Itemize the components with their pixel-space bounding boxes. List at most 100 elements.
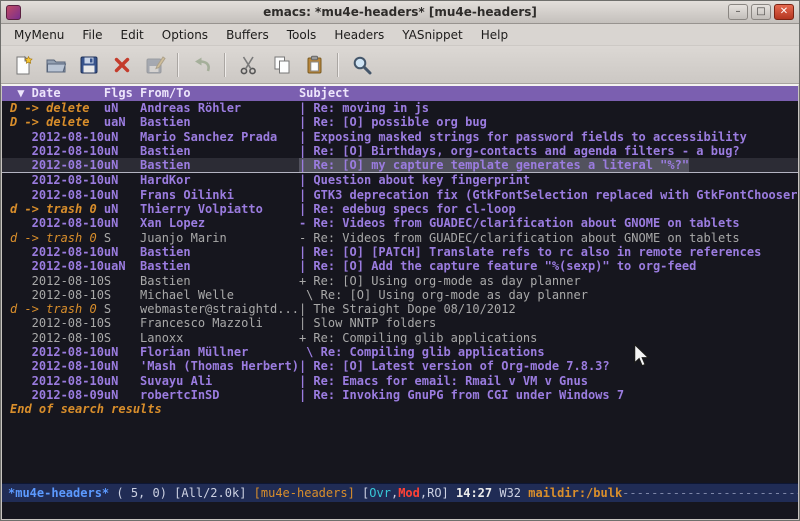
menu-tools[interactable]: Tools [278,25,326,45]
column-from[interactable]: From/To [140,86,299,101]
modeline-maildir: maildir:/bulk [528,484,622,502]
message-row[interactable]: d -> trash 0uNThierry Volpiatto| Re: ede… [2,202,798,216]
msg-date-or-mark: 2012-08-10 [10,345,104,359]
paste-button[interactable] [299,50,330,80]
titlebar[interactable]: emacs: *mu4e-headers* [mu4e-headers] – □… [1,1,799,24]
close-button[interactable]: ✕ [774,4,794,20]
maximize-button[interactable]: □ [751,4,771,20]
message-row[interactable]: 2012-08-10SBastien+ Re: [O] Using org-mo… [2,274,798,288]
message-row[interactable]: 2012-08-09uNrobertcInSD| Re: Invoking Gn… [2,388,798,402]
msg-from: Xan Lopez [140,216,299,230]
msg-from: Francesco Mazzoli [140,316,299,330]
message-row[interactable]: 2012-08-10uN'Mash (Thomas Herbert)| Re: … [2,359,798,373]
message-row[interactable]: 2012-08-10uNXan Lopez- Re: Videos from G… [2,216,798,230]
headers-column-header[interactable]: ▼ Date Flgs From/To Subject [2,86,798,101]
modeline-plain: [ [355,484,369,502]
msg-date-or-mark: 2012-08-10 [10,316,104,330]
msg-subject-text: | Re: Emacs for email: Rmail v VM v Gnus [299,374,588,388]
message-row[interactable]: d -> trash 0SJuanjo Marin- Re: Videos fr… [2,231,798,245]
modeline-buffer-name: *mu4e-headers* [8,484,109,502]
message-row[interactable]: 2012-08-10SLanoxx+ Re: Compiling glib ap… [2,331,798,345]
editor-frame: ▼ Date Flgs From/To Subject D -> deleteu… [1,84,799,520]
msg-subject-text: | Re: Invoking GnuPG from CGI under Wind… [299,388,624,402]
msg-subject: | Re: [O] possible org bug [299,115,798,129]
msg-subject: | Re: [O] Latest version of Org-mode 7.8… [299,359,798,373]
msg-from: 'Mash (Thomas Herbert) [140,359,299,373]
msg-subject: - Re: Videos from GUADEC/clarification a… [299,231,798,245]
msg-flags: uaN [104,115,140,129]
msg-subject-text: | Question about key fingerprint [299,173,530,187]
menu-edit[interactable]: Edit [112,25,153,45]
window-icon[interactable] [6,5,21,20]
message-row[interactable]: d -> trash 0Swebmaster@straightd...| The… [2,302,798,316]
message-row[interactable]: 2012-08-10uNMario Sanchez Prada| Exposin… [2,130,798,144]
menu-file[interactable]: File [73,25,111,45]
message-row-current[interactable]: 2012-08-10uNBastien| Re: [O] my capture … [2,158,798,173]
modeline-cyan: Ovr [369,484,391,502]
close-buffer-button[interactable] [106,50,137,80]
msg-subject: | Re: moving in js [299,101,798,115]
msg-from: Bastien [140,115,299,129]
msg-flags: uN [104,188,140,202]
msg-subject: | Question about key fingerprint [299,173,798,187]
cut-button[interactable] [233,50,264,80]
message-row[interactable]: 2012-08-10uNBastien| Re: [O] [PATCH] Tra… [2,245,798,259]
column-date[interactable]: ▼ Date [10,86,104,101]
message-row[interactable]: 2012-08-10uNHardKor| Question about key … [2,173,798,187]
close-buffer-icon [111,54,133,76]
msg-from: Suvayu Ali [140,374,299,388]
modeline-plain: , [391,484,398,502]
message-row[interactable]: D -> deleteuNAndreas Röhler| Re: moving … [2,101,798,115]
message-row[interactable]: 2012-08-10SFrancesco Mazzoli| Slow NNTP … [2,316,798,330]
copy-icon [271,54,293,76]
msg-date-or-mark: D -> delete [10,115,104,129]
menu-options[interactable]: Options [153,25,217,45]
menu-buffers[interactable]: Buffers [217,25,278,45]
copy-button[interactable] [266,50,297,80]
minimize-button[interactable]: – [728,4,748,20]
msg-subject-text: - Re: Videos from GUADEC/clarification a… [299,231,740,245]
echo-area[interactable] [2,502,798,520]
undo-button[interactable] [186,50,217,80]
menu-headers[interactable]: Headers [325,25,393,45]
menu-help[interactable]: Help [472,25,517,45]
cut-icon [238,54,260,76]
message-row[interactable]: D -> deleteuaNBastien| Re: [O] possible … [2,115,798,129]
msg-subject-text: | Re: [O] [PATCH] Translate refs to rc a… [299,245,761,259]
msg-flags: S [104,274,140,288]
column-flags[interactable]: Flgs [104,86,140,101]
msg-flags: uN [104,130,140,144]
message-row[interactable]: 2012-08-10uNBastien| Re: [O] Birthdays, … [2,144,798,158]
menu-yasnippet[interactable]: YASnippet [393,25,472,45]
msg-from: Mario Sanchez Prada [140,130,299,144]
modeline-mod: Mod [398,484,420,502]
toolbar [1,46,799,84]
msg-subject-text: + Re: Compiling glib applications [299,331,537,345]
msg-from: Bastien [140,245,299,259]
msg-date-or-mark: 2012-08-10 [10,259,104,273]
msg-subject-text: | Re: [O] Latest version of Org-mode 7.8… [299,359,610,373]
message-row[interactable]: 2012-08-10uNFlorian Müllner \ Re: Compil… [2,345,798,359]
msg-subject-text: \ Re: [O] Using org-mode as day planner [299,288,588,302]
msg-flags: uN [104,388,140,402]
message-row[interactable]: 2012-08-10uNSuvayu Ali| Re: Emacs for em… [2,374,798,388]
save-as-button[interactable] [139,50,170,80]
msg-from: Bastien [140,259,299,273]
message-row[interactable]: 2012-08-10SMichael Welle \ Re: [O] Using… [2,288,798,302]
msg-flags: uN [104,173,140,187]
save-icon [78,54,100,76]
msg-flags: S [104,231,140,245]
msg-date-or-mark: d -> trash 0 [10,231,104,245]
msg-from: robertcInSD [140,388,299,402]
message-row[interactable]: 2012-08-10uaNBastien| Re: [O] Add the ca… [2,259,798,273]
msg-flags: uN [104,359,140,373]
open-file-button[interactable] [40,50,71,80]
search-button[interactable] [346,50,377,80]
msg-subject: | Re: Invoking GnuPG from CGI under Wind… [299,388,798,402]
new-file-button[interactable] [7,50,38,80]
modeline-dashes: ----------------------------------------… [622,484,798,502]
menu-mymenu[interactable]: MyMenu [5,25,73,45]
save-button[interactable] [73,50,104,80]
column-subject[interactable]: Subject [299,86,798,101]
message-row[interactable]: 2012-08-10uNFrans Oilinki| GTK3 deprecat… [2,188,798,202]
